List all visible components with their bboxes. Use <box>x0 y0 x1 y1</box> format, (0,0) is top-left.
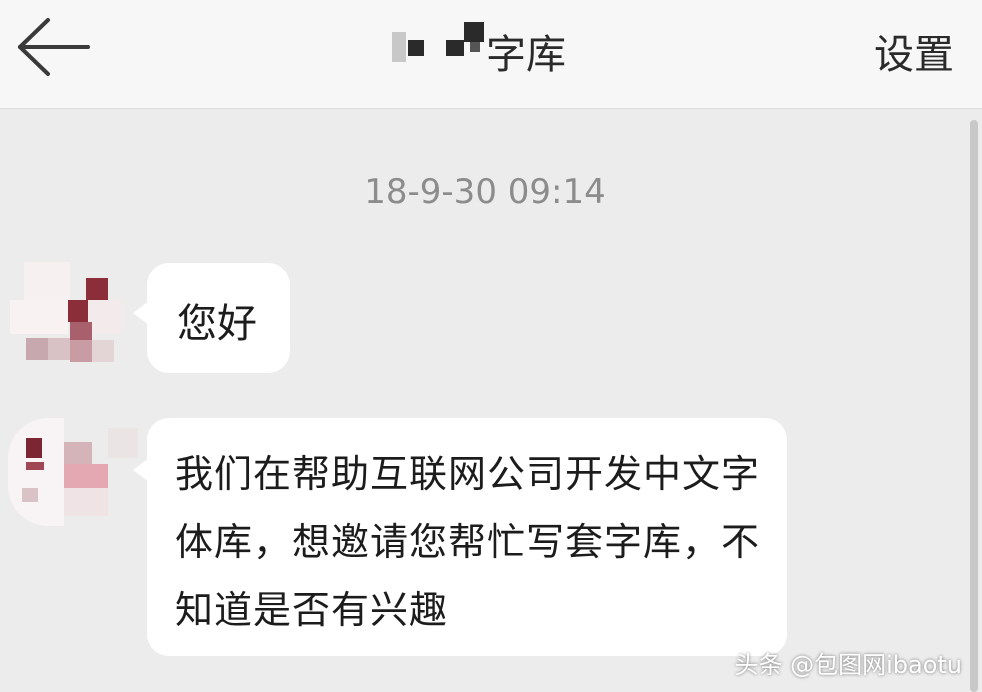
scrollbar[interactable] <box>970 120 978 692</box>
message-bubble[interactable]: 我们在帮助互联网公司开发中文字体库，想邀请您帮忙写套字库，不知道是否有兴趣 <box>133 418 787 656</box>
page-title: 字库 <box>380 18 620 78</box>
avatar[interactable] <box>10 262 130 376</box>
message-text: 我们在帮助互联网公司开发中文字体库，想邀请您帮忙写套字库，不知道是否有兴趣 <box>175 452 761 632</box>
page-title-text: 字库 <box>486 32 566 78</box>
message-bubble[interactable]: 您好 <box>133 263 290 373</box>
settings-button[interactable]: 设置 <box>874 22 954 80</box>
arrow-left-icon <box>18 18 90 76</box>
message-timestamp: 18-9-30 09:14 <box>364 172 606 212</box>
back-button[interactable] <box>14 14 94 84</box>
avatar[interactable] <box>8 418 138 530</box>
message-text: 您好 <box>177 301 257 347</box>
watermark: 头条 @包图网ibaotu <box>734 651 962 679</box>
top-bar: 字库 设置 <box>0 0 982 109</box>
